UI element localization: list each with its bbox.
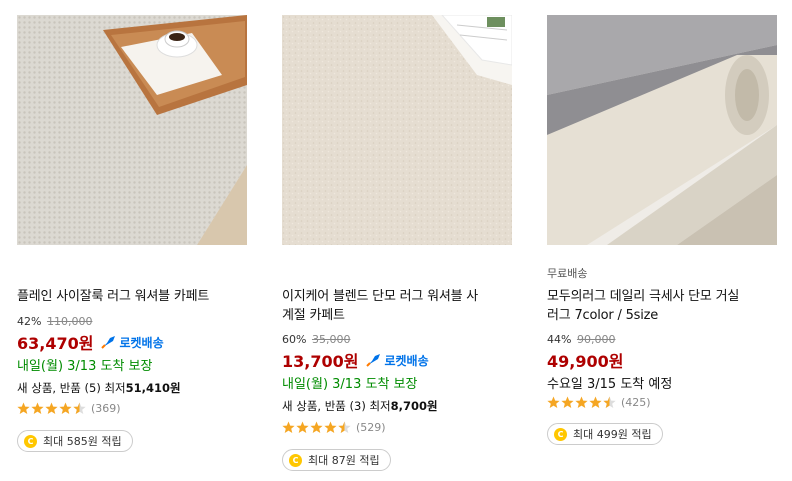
product-title-line2: 계절 카페트 — [282, 308, 345, 323]
star-icon — [282, 421, 351, 433]
product-image[interactable] — [282, 15, 512, 245]
free-shipping-tag: 무료배송 — [547, 267, 588, 280]
rocket-label: 로켓배송 — [119, 335, 164, 350]
other-sellers-label: 새 상품, 반품 (3) 최저 — [282, 399, 391, 413]
discount-row: 44% 90,000 — [547, 333, 615, 346]
original-price: 35,000 — [311, 333, 351, 346]
price-row: 49,900원 — [547, 348, 623, 372]
reward-text: 최대 499원 적립 — [573, 428, 652, 441]
delivery-info: 수요일 3/15 도착 예정 — [547, 377, 673, 392]
coin-icon: C — [24, 434, 37, 448]
product-title-line1: 모두의러그 데일리 극세사 단모 거실 — [547, 289, 740, 304]
product-title[interactable]: 모두의러그 데일리 극세사 단모 거실 러그 7color / 5size — [547, 287, 779, 325]
sale-price: 49,900원 — [547, 352, 624, 371]
rocket-badge: 로켓배송 — [101, 334, 164, 351]
reward-text: 최대 585원 적립 — [43, 435, 122, 448]
product-image[interactable] — [547, 15, 777, 245]
reward-text: 최대 87원 적립 — [308, 454, 380, 467]
star-rating — [17, 402, 87, 415]
other-sellers-label: 새 상품, 반품 (5) 최저 — [17, 381, 126, 395]
rating: (369) — [17, 402, 121, 415]
review-count[interactable]: (425) — [621, 396, 651, 409]
rocket-icon — [366, 354, 381, 367]
coin-icon: C — [289, 453, 302, 467]
product-title-line1: 이지케어 블렌드 단모 러그 워셔블 사 — [282, 289, 479, 304]
product-card[interactable]: 플레인 사이잘룩 러그 워셔블 카페트 42% 110,000 63,470원 … — [17, 15, 249, 452]
other-sellers[interactable]: 새 상품, 반품 (5) 최저51,410원 — [17, 380, 181, 396]
review-count[interactable]: (369) — [91, 402, 121, 415]
original-price: 90,000 — [576, 333, 616, 346]
star-rating — [547, 396, 617, 409]
rating: (425) — [547, 396, 651, 409]
reward-badge: C 최대 87원 적립 — [282, 449, 391, 471]
rocket-label: 로켓배송 — [384, 353, 429, 368]
original-price: 110,000 — [46, 315, 93, 328]
discount-rate: 60% — [282, 333, 307, 346]
product-card[interactable]: 이지케어 블렌드 단모 러그 워셔블 사 계절 카페트 60% 35,000 1… — [282, 15, 514, 471]
delivery-info: 내일(월) 3/13 도착 보장 — [17, 359, 153, 374]
product-title[interactable]: 플레인 사이잘룩 러그 워셔블 카페트 — [17, 287, 249, 306]
other-sellers-price: 51,410원 — [125, 381, 181, 395]
rating: (529) — [282, 421, 386, 434]
star-icon — [17, 402, 86, 414]
sale-price: 63,470원 — [17, 334, 94, 353]
reward-badge: C 최대 499원 적립 — [547, 423, 663, 445]
other-sellers-price: 8,700원 — [390, 399, 438, 413]
star-icon — [547, 396, 616, 408]
price-row: 63,470원 로켓배송 — [17, 330, 164, 354]
product-image[interactable] — [17, 15, 247, 245]
product-title-line2: 러그 7color / 5size — [547, 308, 659, 323]
product-card[interactable]: 무료배송 모두의러그 데일리 극세사 단모 거실 러그 7color / 5si… — [547, 15, 782, 445]
review-count[interactable]: (529) — [356, 421, 386, 434]
discount-row: 60% 35,000 — [282, 333, 350, 346]
discount-row: 42% 110,000 — [17, 315, 92, 328]
reward-badge: C 최대 585원 적립 — [17, 430, 133, 452]
other-sellers[interactable]: 새 상품, 반품 (3) 최저8,700원 — [282, 398, 438, 414]
rocket-icon — [101, 336, 116, 349]
product-title[interactable]: 이지케어 블렌드 단모 러그 워셔블 사 계절 카페트 — [282, 287, 514, 325]
discount-rate: 44% — [547, 333, 572, 346]
star-rating — [282, 421, 352, 434]
rocket-badge: 로켓배송 — [366, 352, 429, 369]
price-row: 13,700원 로켓배송 — [282, 348, 429, 372]
sale-price: 13,700원 — [282, 352, 359, 371]
coin-icon: C — [554, 427, 567, 441]
discount-rate: 42% — [17, 315, 42, 328]
delivery-info: 내일(월) 3/13 도착 보장 — [282, 377, 418, 392]
